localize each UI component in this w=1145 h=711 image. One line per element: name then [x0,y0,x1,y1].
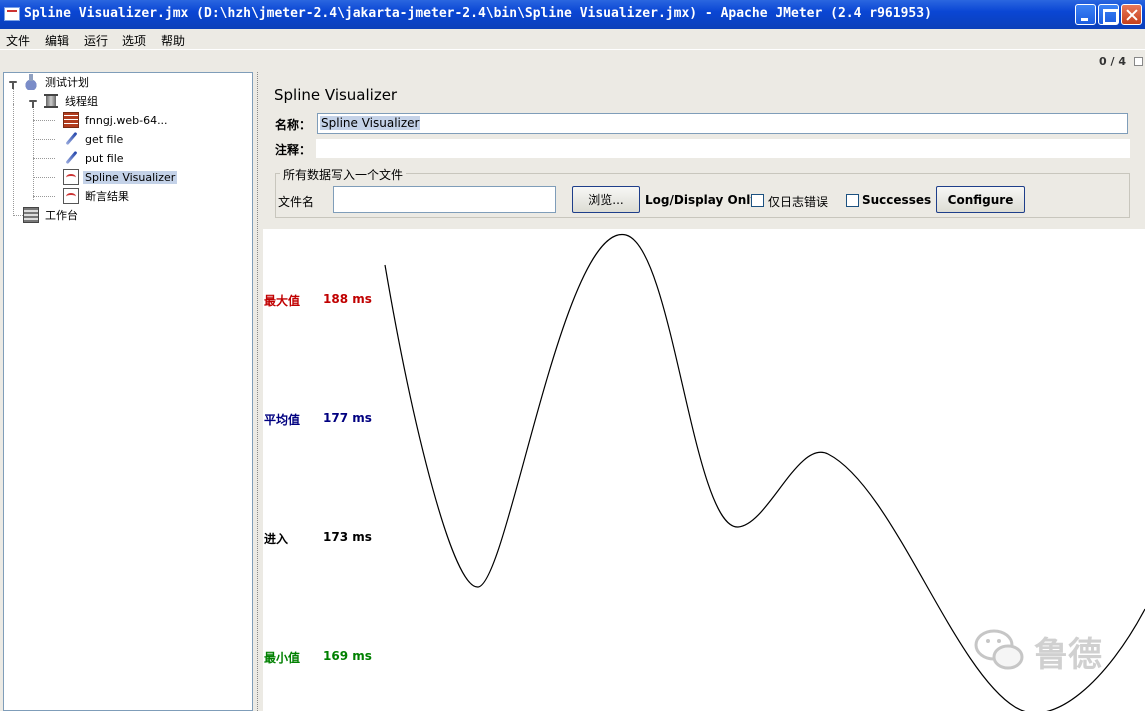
close-icon[interactable] [1121,4,1142,25]
spool-icon [43,93,59,109]
incoming-value: 173 ms [323,530,372,544]
visualizer-panel: Spline Visualizer 名称： Spline Visualizer … [263,72,1145,711]
active-threads-counter: 0 / 4 [1099,55,1126,68]
menu-options[interactable]: 选项 [122,32,146,49]
chart-icon [63,188,79,204]
test-plan-tree[interactable]: 测试计划 线程组 fnngj.web-64... get file put fi… [3,72,253,711]
watermark: 鲁德 [972,625,1122,675]
menu-file[interactable]: 文件 [6,32,30,49]
filename-label: 文件名 [278,195,315,209]
tree-item-http-request[interactable]: fnngj.web-64... [63,111,170,129]
window-title-bar[interactable]: Spline Visualizer.jmx (D:\hzh\jmeter-2.4… [0,0,1145,29]
successes-label: Successes [862,193,932,207]
successes-checkbox[interactable] [846,194,859,207]
tree-item-thread-group[interactable]: 线程组 [43,92,100,110]
watermark-text: 鲁德 [1034,635,1102,675]
run-indicator-icon [1134,57,1143,66]
min-label: 最小值 [264,651,301,665]
app-icon [4,7,20,21]
minimize-icon[interactable] [1075,4,1096,25]
min-value: 169 ms [323,649,372,663]
split-pane-divider[interactable] [254,72,263,711]
status-strip: 0 / 4 [0,49,1145,71]
tree-item-assertion-results[interactable]: 断言结果 [63,187,131,205]
tree-item-get-file[interactable]: get file [63,130,125,148]
name-input[interactable]: Spline Visualizer [317,113,1128,134]
name-input-value: Spline Visualizer [320,116,421,130]
flask-icon [23,74,39,90]
comment-label: 注释： [275,143,312,157]
filename-input[interactable] [333,186,556,213]
menu-edit[interactable]: 编辑 [45,32,69,49]
tree-toggle-test-plan[interactable] [9,78,17,89]
wechat-icon [974,629,1024,670]
panel-title: Spline Visualizer [274,86,398,104]
workbench-icon [23,207,39,223]
dropper-icon [63,150,79,166]
name-label: 名称： [275,118,312,132]
average-value: 177 ms [323,411,372,425]
window-title: Spline Visualizer.jmx (D:\hzh\jmeter-2.4… [24,6,932,21]
tree-toggle-thread-group[interactable] [29,97,37,108]
log-display-only-label: Log/Display Only: [645,193,763,207]
bricks-icon [63,112,79,128]
maximize-icon[interactable] [1098,4,1119,25]
comment-input[interactable] [316,139,1130,158]
menu-run[interactable]: 运行 [84,32,108,49]
file-output-group-title: 所有数据写入一个文件 [280,166,407,183]
tree-item-workbench[interactable]: 工作台 [23,206,80,224]
tree-item-put-file[interactable]: put file [63,149,126,167]
chart-icon [63,169,79,185]
browse-button[interactable]: 浏览... [572,186,640,213]
configure-button[interactable]: Configure [936,186,1025,213]
max-label: 最大值 [264,294,301,308]
incoming-label: 进入 [264,532,289,546]
average-label: 平均值 [264,413,301,427]
tree-item-test-plan[interactable]: 测试计划 [23,73,91,91]
max-value: 188 ms [323,292,372,306]
dropper-icon [63,131,79,147]
tree-item-spline-visualizer[interactable]: Spline Visualizer [63,168,178,186]
menu-bar: 文件 编辑 运行 选项 帮助 [0,29,1145,49]
menu-help[interactable]: 帮助 [161,32,185,49]
errors-only-checkbox[interactable] [751,194,764,207]
errors-only-label: 仅日志错误 [768,195,829,209]
